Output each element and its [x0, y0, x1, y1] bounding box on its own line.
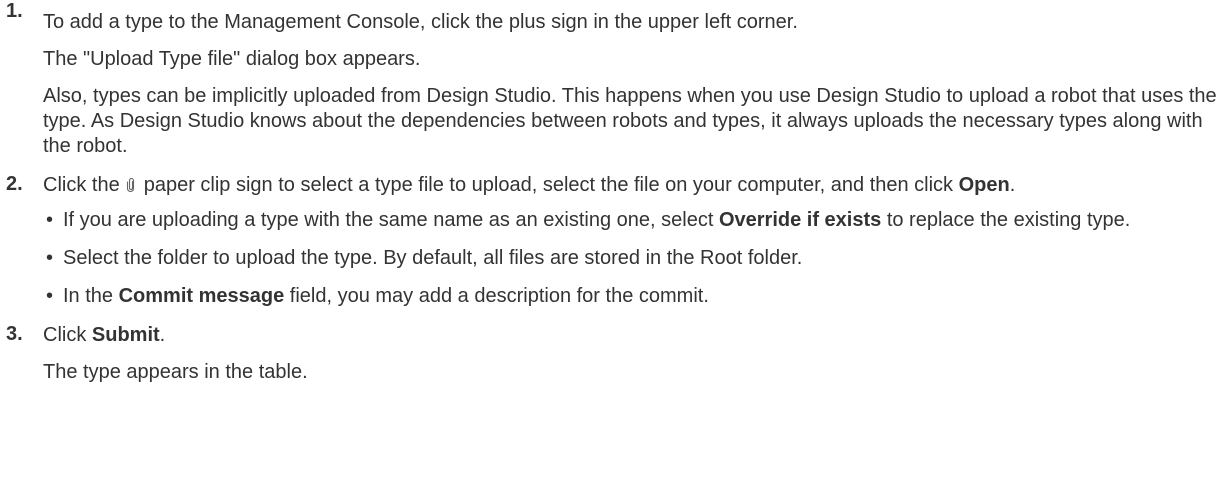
step-text-end: .: [1009, 174, 1016, 196]
step-text: Click Submit.: [43, 323, 1223, 348]
bullet: •: [46, 285, 54, 307]
step-number: 3.: [6, 323, 23, 345]
list-item-text-before: If you are uploading a type with the sam…: [63, 209, 719, 231]
list-item-text-before: Select the folder to upload the type. By…: [63, 247, 803, 269]
step-3: 3. Click Submit. The type appears in the…: [0, 323, 1223, 385]
step-number: 1.: [6, 0, 23, 22]
step-result-text: The "Upload Type file" dialog box appear…: [43, 48, 421, 70]
list-item-bold: Commit message: [118, 285, 285, 307]
list-item-text-before: In the: [63, 285, 119, 307]
submit-label: Submit: [91, 324, 160, 346]
step-2: 2. Click the paper clip sign to select a …: [0, 173, 1223, 309]
list-item-text-after: to replace the existing type.: [881, 209, 1131, 231]
step-text-after-icon: paper clip sign to select a type file to…: [143, 174, 959, 196]
list-item: • In the Commit message field, you may a…: [43, 284, 1223, 309]
paper-clip-icon: [126, 178, 134, 192]
bullet: •: [46, 209, 54, 231]
list-item-text-after: field, you may add a description for the…: [284, 285, 709, 307]
step-text: To add a type to the Management Console,…: [43, 11, 798, 33]
list-item-bold: Override if exists: [718, 209, 882, 231]
step-1: 1. To add a type to the Management Conso…: [0, 0, 1223, 159]
list-item: • If you are uploading a type with the s…: [43, 208, 1223, 233]
substep-list: • If you are uploading a type with the s…: [43, 208, 1223, 309]
step-text-before-icon: Click the: [43, 174, 120, 196]
list-item: • Select the folder to upload the type. …: [43, 246, 1223, 271]
step-number: 2.: [6, 173, 23, 195]
step-note-text: Also, types can be implicitly uploaded f…: [43, 85, 1217, 157]
step-text-before: Click: [43, 324, 92, 346]
bullet: •: [46, 247, 54, 269]
document-body: 1. To add a type to the Management Conso…: [0, 0, 1223, 385]
open-label: Open: [958, 174, 1010, 196]
step-text: Click the paper clip sign to select a typ…: [43, 173, 1223, 198]
step-result-text: The type appears in the table.: [43, 361, 308, 383]
step-text-after: .: [159, 324, 166, 346]
